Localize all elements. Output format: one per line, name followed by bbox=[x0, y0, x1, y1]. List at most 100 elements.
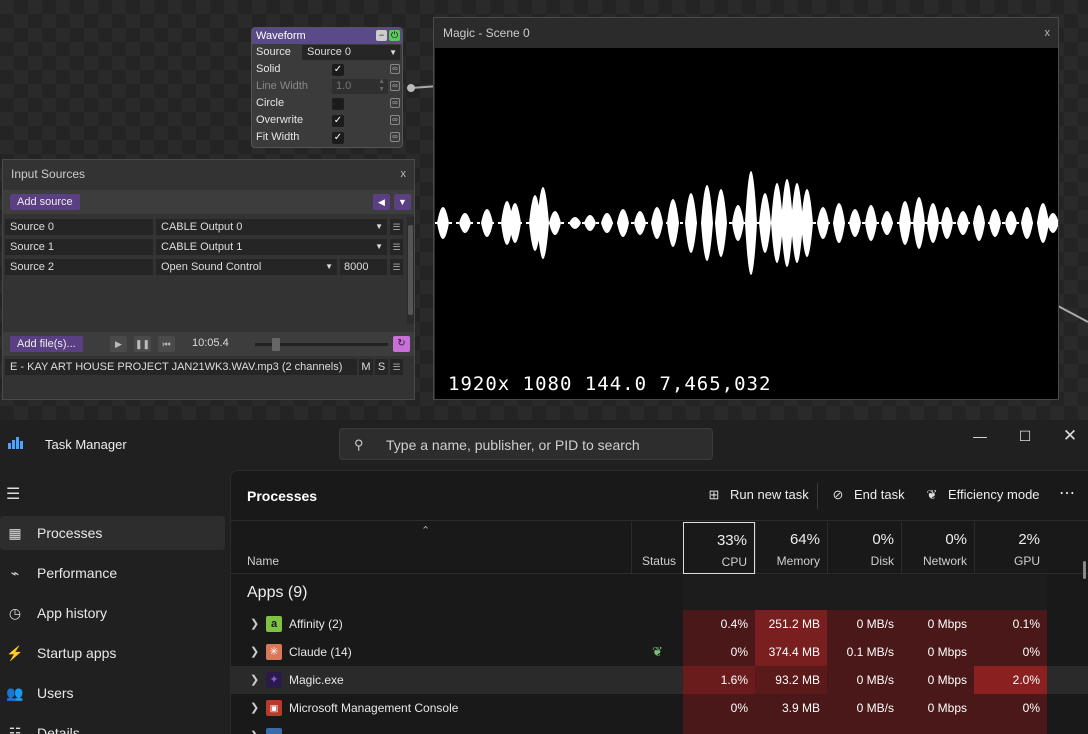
column-disk[interactable]: 0% Disk bbox=[827, 522, 901, 574]
menu-icon[interactable]: ☰ bbox=[390, 259, 403, 275]
end-task-button[interactable]: ⊘ End task bbox=[830, 487, 905, 503]
solo-button[interactable]: S bbox=[375, 359, 388, 375]
pause-icon[interactable]: ❚❚ bbox=[134, 336, 151, 352]
task-manager-titlebar[interactable]: Task Manager ⚲ Type a name, publisher, o… bbox=[0, 420, 1088, 470]
processes-scrollbar[interactable] bbox=[1083, 561, 1086, 579]
waveform-fitwidth-label: Fit Width bbox=[256, 131, 300, 143]
waveform-circle-checkbox[interactable] bbox=[332, 98, 344, 110]
maximize-icon[interactable]: ☐ bbox=[1005, 424, 1045, 448]
link-icon[interactable]: ∞ bbox=[390, 115, 400, 125]
speaker-icon[interactable]: ◀ bbox=[373, 194, 390, 210]
hamburger-icon[interactable]: ☰ bbox=[6, 484, 20, 504]
waveform-overwrite-checkbox[interactable]: ✓ bbox=[332, 115, 344, 127]
close-window-icon[interactable]: ✕ bbox=[1050, 424, 1088, 448]
run-task-icon: ⊞ bbox=[708, 487, 720, 502]
menu-icon[interactable]: ☰ bbox=[390, 359, 403, 375]
efficiency-leaf-icon: ❦ bbox=[652, 644, 663, 659]
column-network[interactable]: 0% Network bbox=[901, 522, 974, 574]
scene-titlebar[interactable]: Magic - Scene 0 x bbox=[434, 18, 1058, 48]
osc-port-input[interactable]: 8000 bbox=[340, 259, 387, 275]
close-icon[interactable]: x bbox=[401, 160, 407, 188]
waveform-linewidth-label: Line Width bbox=[256, 80, 308, 92]
nav-details[interactable]: ☷ Details bbox=[0, 716, 225, 734]
waveform-source-select[interactable]: Source 0 ▼ bbox=[302, 45, 400, 60]
add-source-button[interactable]: Add source bbox=[10, 194, 80, 210]
play-icon[interactable]: ▶ bbox=[110, 336, 127, 352]
input-sources-titlebar[interactable]: Input Sources x bbox=[3, 160, 414, 188]
chevron-right-icon[interactable]: ❯ bbox=[250, 673, 259, 686]
source-row: Source 2 Open Sound Control ▼ 8000 ☰ bbox=[5, 259, 405, 276]
nav-processes[interactable]: ▦ Processes bbox=[0, 516, 225, 550]
mute-button[interactable]: M bbox=[359, 359, 373, 375]
link-icon[interactable]: ∞ bbox=[390, 132, 400, 142]
collapse-icon[interactable]: − bbox=[376, 30, 387, 41]
menu-icon[interactable]: ☰ bbox=[390, 219, 403, 235]
nav-startup-apps[interactable]: ⚡ Startup apps bbox=[0, 636, 225, 670]
column-network-label: Network bbox=[922, 554, 967, 568]
source-name[interactable]: Source 2 bbox=[5, 259, 153, 275]
dropdown-icon[interactable]: ▼ bbox=[394, 194, 411, 210]
process-row[interactable]: ❯ ✦ Magic.exe 1.6% 93.2 MB 0 MB/s 0 Mbps… bbox=[231, 666, 1088, 694]
process-row-partial[interactable]: ❯ bbox=[231, 722, 1088, 734]
chevron-right-icon[interactable]: ❯ bbox=[250, 617, 259, 630]
process-row[interactable]: ❯ ▣ Microsoft Management Console 0% 3.9 … bbox=[231, 694, 1088, 722]
waveform-node[interactable]: Waveform − ⏻ Source Source 0 ▼ Solid ✓ ∞… bbox=[251, 27, 403, 148]
process-row[interactable]: ❯ ✳ Claude (14) ❦ 0% 374.4 MB 0.1 MB/s 0… bbox=[231, 638, 1088, 666]
waveform-node-title[interactable]: Waveform − ⏻ bbox=[252, 28, 402, 44]
column-name[interactable]: Name bbox=[247, 554, 279, 568]
column-status[interactable]: Status bbox=[631, 522, 683, 574]
column-gpu[interactable]: 2% GPU bbox=[974, 522, 1047, 574]
column-cpu[interactable]: 33% CPU bbox=[683, 522, 755, 574]
waveform-linewidth-input[interactable]: 1.0 ▲ ▼ bbox=[332, 78, 388, 94]
source-output-select[interactable]: CABLE Output 0 ▼ bbox=[156, 219, 387, 235]
link-icon[interactable]: ∞ bbox=[390, 64, 400, 74]
stepper-icon[interactable]: ▲ ▼ bbox=[378, 78, 385, 94]
scrollbar-thumb[interactable] bbox=[408, 225, 413, 315]
apps-group-title[interactable]: Apps (9) bbox=[247, 584, 307, 602]
run-new-task-button[interactable]: ⊞ Run new task bbox=[706, 487, 809, 503]
file-name[interactable]: E - KAY ART HOUSE PROJECT JAN21WK3.WAV.m… bbox=[5, 359, 357, 375]
scene-window[interactable]: Magic - Scene 0 x 1920x 1080 144.0 7,465… bbox=[433, 17, 1059, 400]
chevron-right-icon[interactable]: ❯ bbox=[250, 729, 259, 734]
link-icon[interactable]: ∞ bbox=[390, 98, 400, 108]
minimize-icon[interactable]: — bbox=[960, 424, 1000, 448]
nav-performance[interactable]: ⌁ Performance bbox=[0, 556, 225, 590]
column-gpu-label: GPU bbox=[1013, 554, 1040, 568]
more-options-icon[interactable]: ⋯ bbox=[1059, 483, 1075, 503]
sort-up-icon[interactable]: ⌃ bbox=[421, 524, 430, 537]
node-canvas[interactable]: Waveform − ⏻ Source Source 0 ▼ Solid ✓ ∞… bbox=[0, 0, 1088, 420]
seek-thumb[interactable] bbox=[272, 338, 280, 351]
column-memory[interactable]: 64% Memory bbox=[755, 522, 827, 574]
source-name[interactable]: Source 1 bbox=[5, 239, 153, 255]
chevron-right-icon[interactable]: ❯ bbox=[250, 701, 259, 714]
link-icon[interactable]: ∞ bbox=[390, 81, 400, 91]
source-output-select[interactable]: Open Sound Control ▼ bbox=[156, 259, 337, 275]
source-name[interactable]: Source 0 bbox=[5, 219, 153, 235]
menu-icon[interactable]: ☰ bbox=[390, 239, 403, 255]
disk-cell: 0 MB/s bbox=[827, 610, 901, 638]
waveform-fitwidth-checkbox[interactable]: ✓ bbox=[332, 132, 344, 144]
close-icon[interactable]: x bbox=[1045, 18, 1051, 48]
processes-pane: Processes ⊞ Run new task ⊘ End task ❦ Effic… bbox=[230, 470, 1088, 734]
chevron-right-icon[interactable]: ❯ bbox=[250, 645, 259, 658]
nav-users[interactable]: 👥 Users bbox=[0, 676, 225, 710]
loop-icon[interactable]: ↻ bbox=[393, 336, 410, 352]
waveform-source-row: Source Source 0 ▼ bbox=[252, 44, 402, 61]
skip-back-icon[interactable]: ⏮ bbox=[158, 336, 175, 352]
sources-scrollbar[interactable] bbox=[407, 217, 414, 324]
scene-viewport[interactable]: 1920x 1080 144.0 7,465,032 bbox=[435, 48, 1058, 399]
source-output-select[interactable]: CABLE Output 1 ▼ bbox=[156, 239, 387, 255]
efficiency-mode-button[interactable]: ❦ Efficiency mode bbox=[924, 487, 1040, 503]
enable-toggle-icon[interactable]: ⏻ bbox=[389, 30, 400, 41]
chevron-down-icon: ▼ bbox=[375, 222, 383, 231]
process-row[interactable]: ❯ a Affinity (2) 0.4% 251.2 MB 0 MB/s 0 … bbox=[231, 610, 1088, 638]
search-input[interactable]: ⚲ Type a name, publisher, or PID to sear… bbox=[339, 428, 713, 460]
waveform-linewidth-row: Line Width 1.0 ▲ ▼ ∞ bbox=[252, 78, 402, 95]
input-sources-panel[interactable]: Input Sources x Add source ◀ ▼ Source 0 … bbox=[2, 159, 415, 400]
nav-app-history[interactable]: ◷ App history bbox=[0, 596, 225, 630]
add-files-button[interactable]: Add file(s)... bbox=[10, 336, 83, 352]
seek-slider[interactable] bbox=[255, 338, 388, 351]
waveform-shape bbox=[437, 171, 1058, 275]
waveform-solid-checkbox[interactable]: ✓ bbox=[332, 64, 344, 76]
waveform-overwrite-label: Overwrite bbox=[256, 114, 304, 126]
